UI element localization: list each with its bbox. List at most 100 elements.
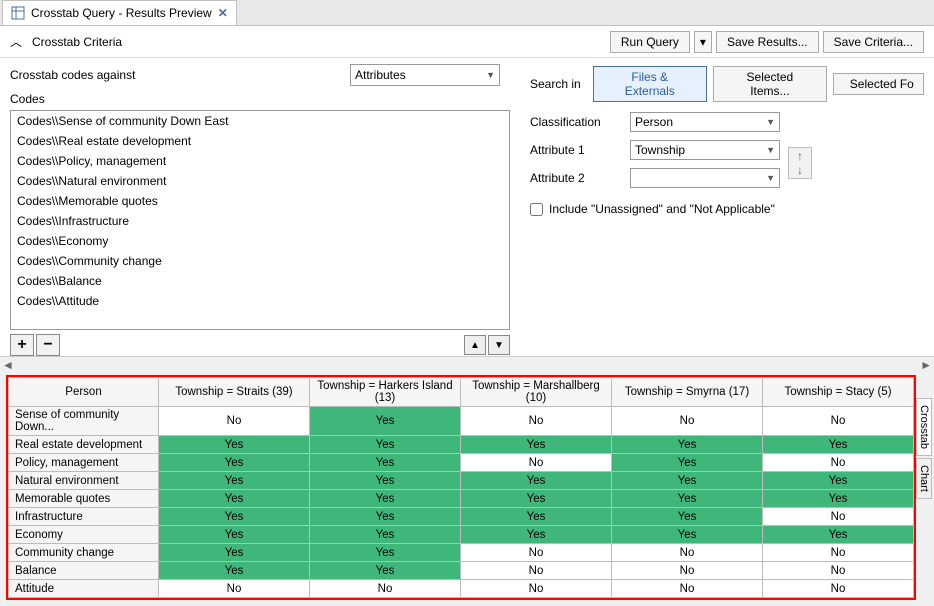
row-label-cell[interactable]: Infrastructure [9,508,159,526]
data-cell[interactable]: Yes [310,562,461,580]
side-tab-crosstab[interactable]: Crosstab [916,398,932,456]
results-table[interactable]: PersonTownship = Straits (39)Township = … [8,377,914,598]
data-cell[interactable]: Yes [612,454,763,472]
classification-combo[interactable]: Person ▼ [630,112,780,132]
codes-list-item[interactable]: Codes\\Natural environment [11,171,509,191]
move-up-button[interactable]: ▲ [464,335,486,355]
data-cell[interactable]: Yes [310,472,461,490]
data-cell[interactable]: No [461,580,612,598]
data-cell[interactable]: No [763,407,914,436]
column-header-cell[interactable]: Township = Smyrna (17) [612,378,763,407]
data-cell[interactable]: Yes [461,490,612,508]
document-tab[interactable]: Crosstab Query - Results Preview ✕ [2,0,237,25]
column-header-cell[interactable]: Township = Marshallberg (10) [461,378,612,407]
swap-attributes-button[interactable]: ↑ ↓ [788,147,812,179]
data-cell[interactable]: No [763,454,914,472]
column-header-cell[interactable]: Township = Straits (39) [159,378,310,407]
data-cell[interactable]: Yes [612,490,763,508]
data-cell[interactable]: Yes [461,508,612,526]
data-cell[interactable]: No [612,407,763,436]
data-cell[interactable]: No [763,508,914,526]
run-query-button[interactable]: Run Query [610,31,690,53]
run-query-dropdown[interactable]: ▾ [694,31,712,53]
row-label-cell[interactable]: Economy [9,526,159,544]
data-cell[interactable]: Yes [310,407,461,436]
data-cell[interactable]: No [763,544,914,562]
data-cell[interactable]: Yes [159,544,310,562]
row-label-cell[interactable]: Attitude [9,580,159,598]
codes-list-item[interactable]: Codes\\Infrastructure [11,211,509,231]
data-cell[interactable]: Yes [310,508,461,526]
data-cell[interactable]: Yes [159,526,310,544]
attribute2-combo[interactable]: ▼ [630,168,780,188]
data-cell[interactable]: No [612,562,763,580]
data-cell[interactable]: No [763,562,914,580]
data-cell[interactable]: No [461,407,612,436]
data-cell[interactable]: Yes [159,472,310,490]
codes-list-item[interactable]: Codes\\Balance [11,271,509,291]
remove-button[interactable]: − [36,334,60,356]
codes-list-item[interactable]: Codes\\Community change [11,251,509,271]
codes-list-item[interactable]: Codes\\Policy, management [11,151,509,171]
data-cell[interactable]: Yes [310,436,461,454]
selected-folders-button[interactable]: Selected Fo [833,73,924,95]
data-cell[interactable]: Yes [612,526,763,544]
data-cell[interactable]: Yes [763,472,914,490]
data-cell[interactable]: No [461,454,612,472]
data-cell[interactable]: Yes [159,436,310,454]
row-label-cell[interactable]: Community change [9,544,159,562]
collapse-chevron-icon[interactable]: ︿ [10,33,22,50]
data-cell[interactable]: Yes [461,472,612,490]
move-down-button[interactable]: ▼ [488,335,510,355]
codes-against-combo[interactable]: Attributes ▼ [350,64,500,86]
row-label-cell[interactable]: Balance [9,562,159,580]
scroll-right-icon[interactable]: ► [920,358,932,372]
data-cell[interactable]: Yes [763,526,914,544]
data-cell[interactable]: No [612,580,763,598]
row-label-cell[interactable]: Memorable quotes [9,490,159,508]
row-label-cell[interactable]: Real estate development [9,436,159,454]
attribute1-combo[interactable]: Township ▼ [630,140,780,160]
codes-list-item[interactable]: Codes\\Memorable quotes [11,191,509,211]
side-tab-chart[interactable]: Chart [916,458,932,499]
codes-list-item[interactable]: Codes\\Sense of community Down East [11,111,509,131]
data-cell[interactable]: No [310,580,461,598]
include-unassigned-checkbox[interactable] [530,203,543,216]
data-cell[interactable]: No [159,580,310,598]
data-cell[interactable]: Yes [461,436,612,454]
data-cell[interactable]: Yes [159,490,310,508]
data-cell[interactable]: Yes [310,526,461,544]
column-header-cell[interactable]: Township = Stacy (5) [763,378,914,407]
column-header-cell[interactable]: Township = Harkers Island (13) [310,378,461,407]
data-cell[interactable]: No [461,544,612,562]
data-cell[interactable]: Yes [763,436,914,454]
scroll-left-icon[interactable]: ◄ [2,358,14,372]
codes-listbox[interactable]: Codes\\Sense of community Down EastCodes… [10,110,510,330]
data-cell[interactable]: No [461,562,612,580]
files-externals-button[interactable]: Files & Externals [593,66,707,102]
data-cell[interactable]: Yes [159,562,310,580]
data-cell[interactable]: No [763,580,914,598]
row-label-cell[interactable]: Natural environment [9,472,159,490]
data-cell[interactable]: Yes [612,508,763,526]
row-label-cell[interactable]: Sense of community Down... [9,407,159,436]
data-cell[interactable]: Yes [159,508,310,526]
add-button[interactable]: + [10,334,34,356]
data-cell[interactable]: Yes [310,454,461,472]
data-cell[interactable]: Yes [612,436,763,454]
data-cell[interactable]: No [612,544,763,562]
data-cell[interactable]: Yes [310,490,461,508]
save-criteria-button[interactable]: Save Criteria... [823,31,924,53]
selected-items-button[interactable]: Selected Items... [713,66,827,102]
data-cell[interactable]: Yes [159,454,310,472]
codes-list-item[interactable]: Codes\\Economy [11,231,509,251]
codes-list-item[interactable]: Codes\\Attitude [11,291,509,311]
close-icon[interactable]: ✕ [218,6,228,20]
data-cell[interactable]: No [159,407,310,436]
data-cell[interactable]: Yes [612,472,763,490]
save-results-button[interactable]: Save Results... [716,31,819,53]
horizontal-scrollbar[interactable]: ◄ ► [0,356,934,372]
data-cell[interactable]: Yes [310,544,461,562]
data-cell[interactable]: Yes [763,490,914,508]
codes-list-item[interactable]: Codes\\Real estate development [11,131,509,151]
